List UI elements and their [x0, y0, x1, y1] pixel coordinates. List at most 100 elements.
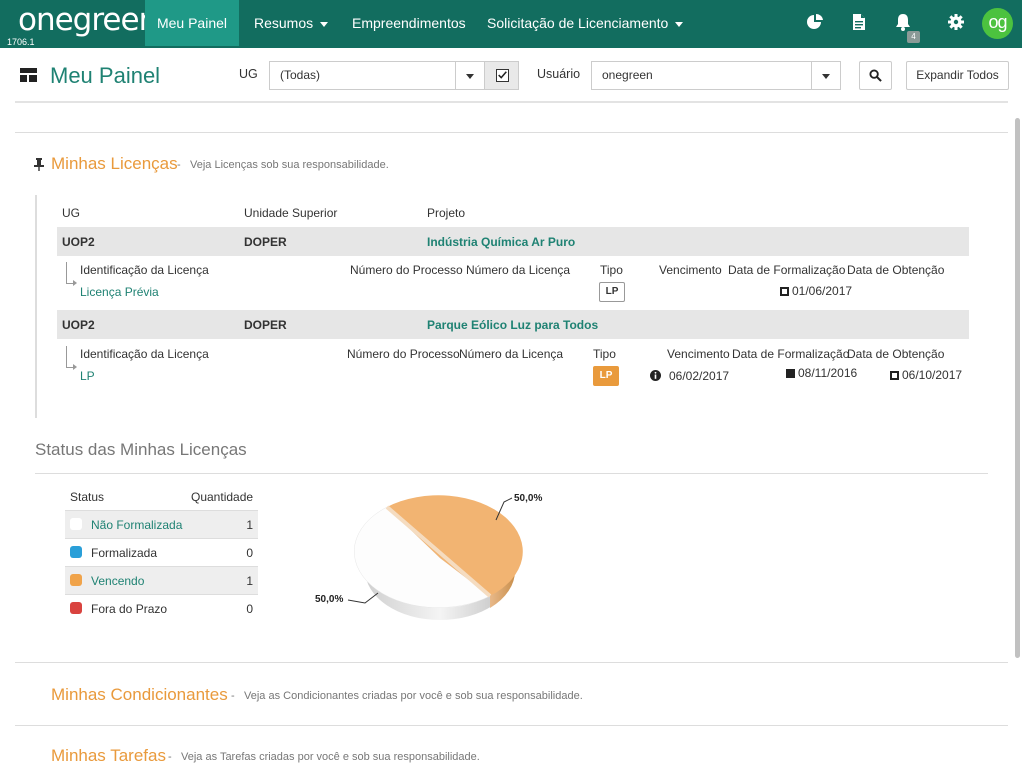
ug-select[interactable]: (Todas): [269, 61, 485, 90]
divider: [15, 725, 1008, 726]
section-separator: -: [168, 751, 172, 763]
date-vencimento: 06/02/2017: [669, 369, 730, 383]
scrollbar[interactable]: [1015, 118, 1020, 658]
date-obtencao: 06/10/2017: [890, 368, 962, 382]
avatar[interactable]: og: [982, 8, 1013, 39]
nav-empreendimentos[interactable]: Empreendimentos: [337, 0, 481, 46]
license-link[interactable]: Licença Prévia: [80, 285, 159, 299]
cell-ug: UOP2: [62, 235, 95, 249]
col-header-projeto: Projeto: [427, 206, 466, 220]
status-row[interactable]: Fora do Prazo 0: [65, 595, 258, 623]
col-header-unidade: Unidade Superior: [244, 206, 338, 220]
status-color-swatch: [70, 546, 82, 558]
user-select[interactable]: onegreen: [591, 61, 841, 90]
divider: [35, 473, 988, 474]
user-select-value: onegreen: [602, 68, 653, 82]
detail-header-processo: Número do Processo: [347, 347, 460, 361]
cell-unidade: DOPER: [244, 318, 287, 332]
nav-label: Solicitação de Licenciamento: [487, 15, 669, 31]
date-value: 06/10/2017: [902, 368, 963, 382]
date-value: 01/06/2017: [792, 284, 853, 298]
section-title-tarefas[interactable]: Minhas Tarefas: [51, 746, 166, 766]
status-color-swatch: [70, 518, 82, 530]
detail-header-licenca: Número da Licença: [466, 263, 571, 277]
status-row[interactable]: Formalizada 0: [65, 539, 258, 567]
nav-label: Meu Painel: [156, 15, 228, 31]
section-title-condicionantes[interactable]: Minhas Condicionantes: [51, 685, 228, 705]
chevron-down-icon: [675, 21, 684, 27]
section-separator: -: [231, 690, 235, 702]
ug-select-value: (Todas): [280, 68, 321, 82]
status-color-swatch: [70, 574, 82, 586]
cell-unidade: DOPER: [244, 235, 287, 249]
cell-ug: UOP2: [62, 318, 95, 332]
document-icon[interactable]: [850, 13, 868, 31]
status-qty: 1: [246, 574, 253, 588]
pie-label-vencendo: 50,0%: [514, 493, 542, 504]
license-link[interactable]: LP: [80, 369, 95, 383]
section-title-licencas[interactable]: Minhas Licenças: [51, 154, 178, 174]
table-row[interactable]: UOP2 DOPER Indústria Química Ar Puro: [57, 227, 969, 256]
status-row[interactable]: Vencendo 1: [65, 567, 258, 595]
filled-square-icon: [786, 369, 795, 378]
project-link[interactable]: Indústria Química Ar Puro: [427, 235, 575, 249]
status-name: Formalizada: [91, 546, 158, 560]
detail-header-tipo: Tipo: [593, 347, 616, 361]
nav-solicitacao[interactable]: Solicitação de Licenciamento: [472, 0, 698, 46]
type-badge: LP: [593, 366, 619, 386]
section-separator: -: [177, 159, 181, 171]
search-button[interactable]: [859, 61, 892, 90]
status-pie-chart: 50,0% 50,0%: [315, 493, 542, 620]
ug-label: UG: [239, 67, 258, 81]
pie-chart-icon[interactable]: [806, 13, 824, 31]
detail-header-formalizacao: Data de Formalização: [732, 347, 850, 361]
ug-checkbox[interactable]: [484, 61, 519, 90]
date-formalizacao: 01/06/2017: [780, 284, 852, 298]
chevron-down-icon[interactable]: [811, 62, 840, 89]
bell-icon[interactable]: [894, 13, 912, 31]
detail-header-tipo: Tipo: [600, 263, 623, 277]
divider: [15, 132, 1008, 133]
pin-icon[interactable]: [34, 158, 44, 171]
nav-meu-painel[interactable]: Meu Painel: [145, 0, 239, 46]
table-row[interactable]: UOP2 DOPER Parque Eólico Luz para Todos: [57, 310, 969, 339]
detail-header-obtencao: Data de Obtenção: [847, 347, 945, 361]
detail-header-obtencao: Data de Obtenção: [847, 263, 945, 277]
nav-label: Empreendimentos: [352, 15, 466, 31]
project-link[interactable]: Parque Eólico Luz para Todos: [427, 318, 598, 332]
detail-header-formalizacao: Data de Formalização: [728, 263, 846, 277]
dashboard-icon: [20, 68, 37, 82]
page-title: Meu Painel: [50, 63, 161, 88]
status-qty: 0: [246, 546, 253, 560]
status-row[interactable]: Não Formalizada 1: [65, 511, 258, 539]
detail-header-identificacao: Identificação da Licença: [80, 263, 209, 277]
app-logo[interactable]: onegreen: [18, 2, 158, 38]
chevron-down-icon: [320, 21, 329, 27]
user-label: Usuário: [537, 67, 581, 81]
leader-line: [347, 592, 379, 604]
status-name: Fora do Prazo: [91, 602, 168, 616]
info-icon[interactable]: [650, 370, 661, 381]
col-header-ug: UG: [62, 206, 80, 220]
chevron-down-icon[interactable]: [455, 62, 484, 89]
detail-header-identificacao: Identificação da Licença: [80, 347, 209, 361]
quantity-col-header: Quantidade: [191, 490, 254, 504]
detail-header-processo: Número do Processo: [350, 263, 463, 277]
section-description: Veja Licenças sob sua responsabilidade.: [190, 159, 389, 171]
date-value: 08/11/2016: [798, 366, 858, 380]
app-version: 1706.1: [7, 37, 35, 47]
pie-label-nao-formalizada: 50,0%: [315, 594, 343, 605]
tree-elbow-icon: [66, 262, 77, 286]
status-col-header: Status: [70, 490, 105, 504]
search-icon: [869, 69, 882, 82]
status-qty: 1: [246, 518, 253, 532]
status-color-swatch: [70, 602, 82, 614]
status-name: Vencendo: [91, 574, 145, 588]
nav-resumos[interactable]: Resumos: [239, 0, 343, 46]
section-description: Veja as Tarefas criadas por você e sob s…: [181, 751, 480, 763]
detail-header-vencimento: Vencimento: [659, 263, 722, 277]
tree-elbow-icon: [66, 346, 77, 370]
expand-all-button[interactable]: Expandir Todos: [906, 61, 1009, 90]
gear-icon[interactable]: [947, 13, 965, 31]
table-border: [35, 195, 37, 418]
